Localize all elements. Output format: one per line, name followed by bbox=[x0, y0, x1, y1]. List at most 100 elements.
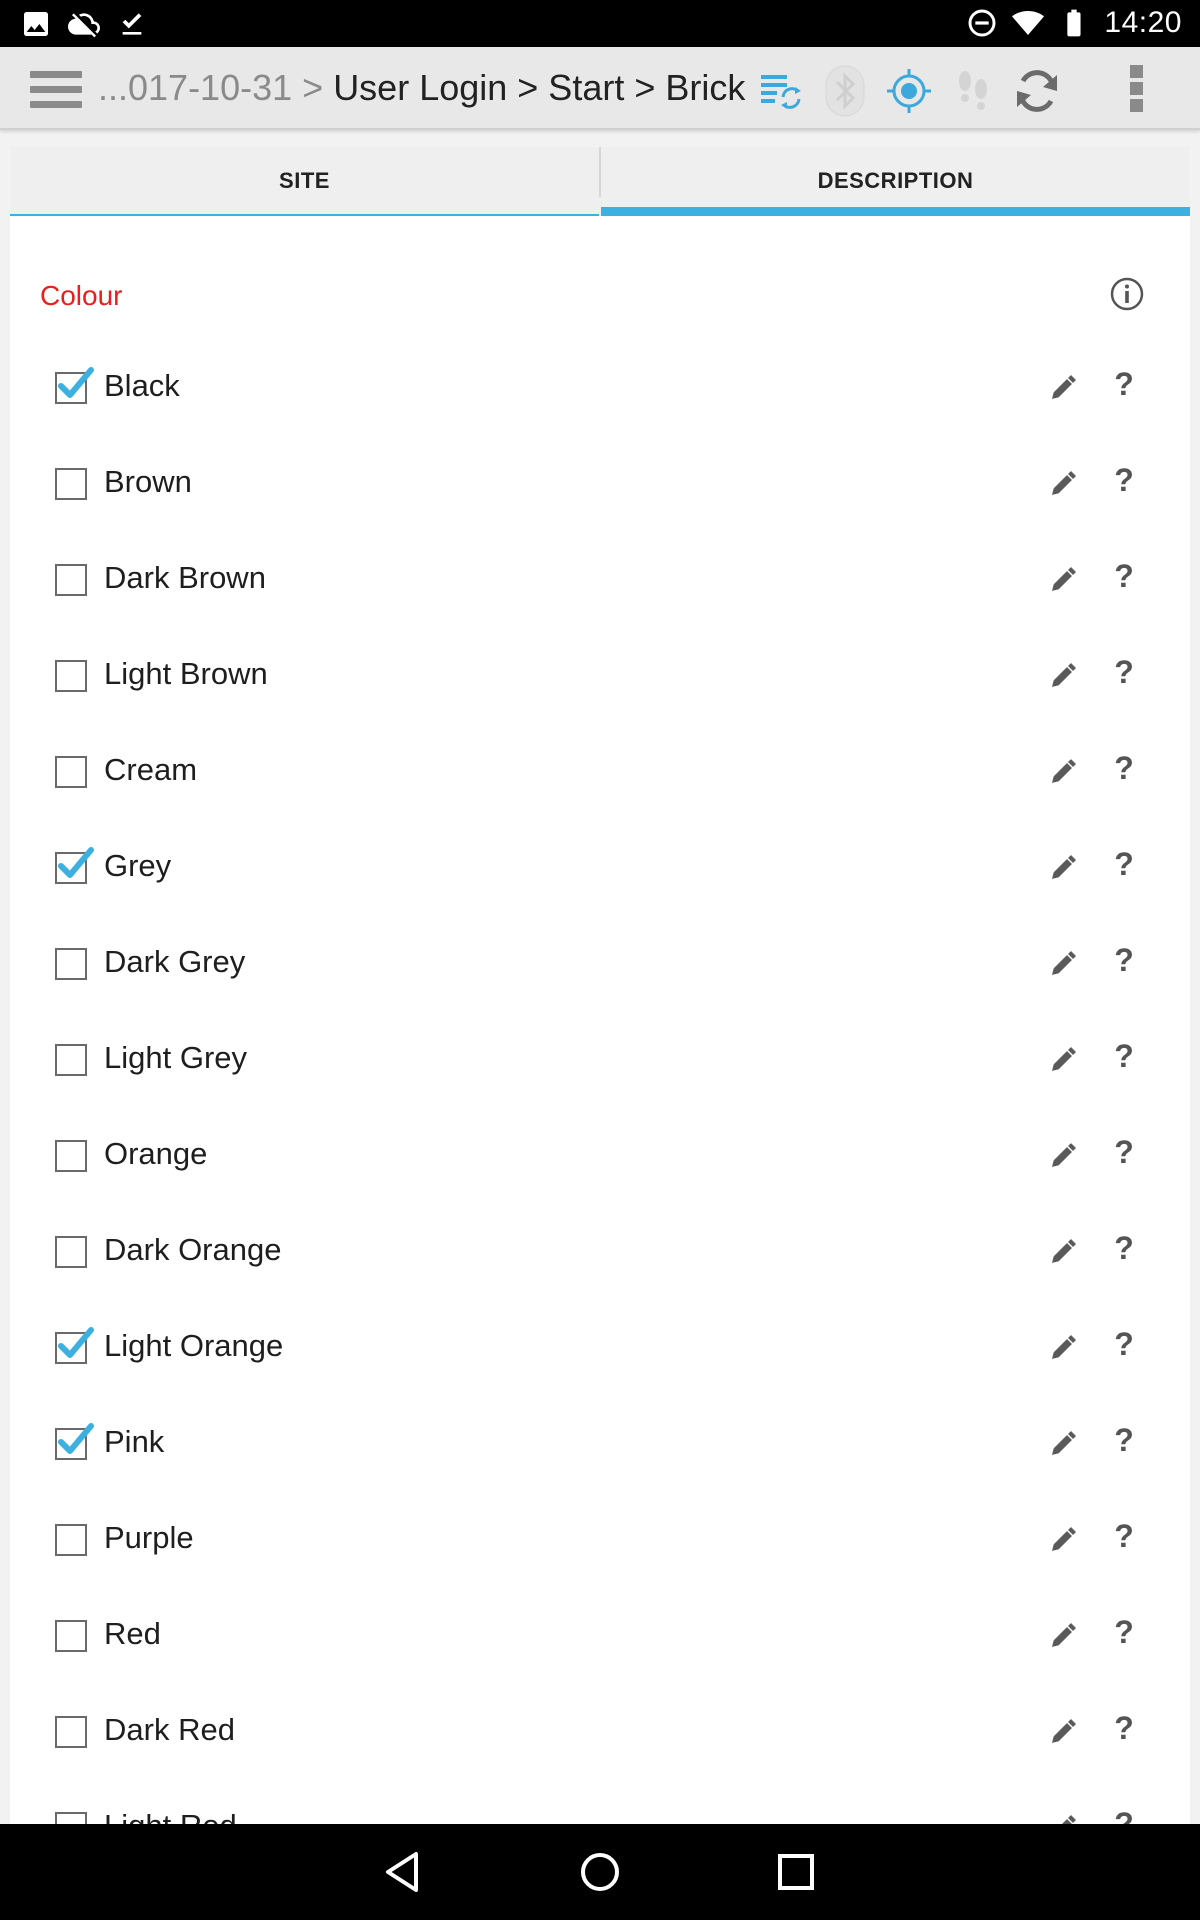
colour-checkbox[interactable] bbox=[55, 1140, 87, 1172]
colour-option-row[interactable]: Light Red? bbox=[10, 1776, 1190, 1824]
pencil-icon[interactable] bbox=[1047, 466, 1081, 500]
help-icon[interactable]: ? bbox=[1110, 462, 1138, 502]
pencil-icon[interactable] bbox=[1047, 754, 1081, 788]
colour-checkbox[interactable] bbox=[55, 1812, 87, 1824]
colour-option-row[interactable]: Purple? bbox=[10, 1488, 1190, 1584]
pencil-icon[interactable] bbox=[1047, 1426, 1081, 1460]
image-icon bbox=[24, 12, 48, 36]
pencil-icon[interactable] bbox=[1047, 562, 1081, 596]
colour-checkbox[interactable] bbox=[55, 1236, 87, 1268]
colour-option-row[interactable]: Pink? bbox=[10, 1392, 1190, 1488]
colour-option-row[interactable]: Orange? bbox=[10, 1104, 1190, 1200]
status-bar: 14:20 bbox=[0, 0, 1200, 47]
colour-option-row[interactable]: Black? bbox=[10, 336, 1190, 432]
checkmark-icon bbox=[58, 1327, 94, 1358]
colour-option-label: Grey bbox=[104, 848, 172, 883]
colour-option-row[interactable]: Brown? bbox=[10, 432, 1190, 528]
pencil-icon[interactable] bbox=[1047, 1042, 1081, 1076]
colour-option-row[interactable]: Light Grey? bbox=[10, 1008, 1190, 1104]
help-icon[interactable]: ? bbox=[1110, 750, 1138, 790]
hamburger-menu-icon[interactable] bbox=[30, 71, 82, 109]
colour-checkbox[interactable] bbox=[55, 1327, 94, 1364]
colour-checkbox[interactable] bbox=[55, 1716, 87, 1748]
breadcrumb-prefix[interactable]: ...017-10-31 > bbox=[98, 67, 323, 108]
tab-bar: SITE DESCRIPTION bbox=[10, 147, 1190, 216]
bluetooth-icon[interactable] bbox=[819, 65, 871, 117]
colour-option-row[interactable]: Red? bbox=[10, 1584, 1190, 1680]
help-icon[interactable]: ? bbox=[1110, 558, 1138, 598]
help-icon[interactable]: ? bbox=[1110, 654, 1138, 694]
footsteps-icon[interactable] bbox=[947, 65, 999, 117]
overflow-menu-icon[interactable] bbox=[1126, 65, 1146, 117]
help-icon[interactable]: ? bbox=[1110, 1806, 1138, 1824]
help-icon[interactable]: ? bbox=[1110, 942, 1138, 982]
checkmark-icon bbox=[58, 367, 94, 398]
checkmark-icon bbox=[58, 1423, 94, 1454]
help-icon[interactable]: ? bbox=[1110, 1326, 1138, 1366]
pencil-icon[interactable] bbox=[1047, 1810, 1081, 1824]
colour-checkbox[interactable] bbox=[55, 1524, 87, 1556]
help-icon[interactable]: ? bbox=[1110, 1230, 1138, 1270]
colour-checkbox[interactable] bbox=[55, 564, 87, 596]
pencil-icon[interactable] bbox=[1047, 1138, 1081, 1172]
help-icon[interactable]: ? bbox=[1110, 846, 1138, 886]
help-icon[interactable]: ? bbox=[1110, 366, 1138, 406]
info-icon[interactable] bbox=[1109, 276, 1145, 312]
description-panel: Colour Black? Brown? Dark Brown? Light Brow… bbox=[10, 216, 1190, 1824]
colour-checkbox[interactable] bbox=[55, 1044, 87, 1076]
home-icon[interactable] bbox=[574, 1846, 626, 1898]
gps-target-icon[interactable] bbox=[883, 65, 935, 117]
pencil-icon[interactable] bbox=[1047, 1330, 1081, 1364]
colour-checkbox[interactable] bbox=[55, 468, 87, 500]
sync-list-icon[interactable] bbox=[755, 65, 807, 117]
pencil-icon[interactable] bbox=[1047, 946, 1081, 980]
colour-checkbox[interactable] bbox=[55, 847, 94, 884]
pencil-icon[interactable] bbox=[1047, 1618, 1081, 1652]
colour-option-label: Light Red bbox=[104, 1808, 237, 1824]
help-icon[interactable]: ? bbox=[1110, 1134, 1138, 1174]
clock: 14:20 bbox=[1104, 6, 1182, 39]
colour-option-label: Red bbox=[104, 1616, 161, 1651]
pencil-icon[interactable] bbox=[1047, 850, 1081, 884]
refresh-icon[interactable] bbox=[1011, 65, 1063, 117]
colour-option-row[interactable]: Dark Red? bbox=[10, 1680, 1190, 1776]
back-icon[interactable] bbox=[378, 1846, 430, 1898]
pencil-icon[interactable] bbox=[1047, 370, 1081, 404]
help-icon[interactable]: ? bbox=[1110, 1710, 1138, 1750]
colour-checkbox[interactable] bbox=[55, 1423, 94, 1460]
help-icon[interactable]: ? bbox=[1110, 1518, 1138, 1558]
tab-description[interactable]: DESCRIPTION bbox=[601, 147, 1190, 216]
colour-checkbox[interactable] bbox=[55, 948, 87, 980]
breadcrumb: ...017-10-31 > User Login > Start > Bric… bbox=[98, 67, 745, 109]
colour-option-row[interactable]: Dark Grey? bbox=[10, 912, 1190, 1008]
colour-option-label: Black bbox=[104, 368, 180, 403]
tab-site[interactable]: SITE bbox=[10, 147, 599, 216]
colour-checkbox[interactable] bbox=[55, 756, 87, 788]
download-done-icon bbox=[122, 13, 142, 35]
pencil-icon[interactable] bbox=[1047, 658, 1081, 692]
colour-option-row[interactable]: Light Orange? bbox=[10, 1296, 1190, 1392]
colour-option-row[interactable]: Dark Brown? bbox=[10, 528, 1190, 624]
colour-checkbox[interactable] bbox=[55, 1620, 87, 1652]
help-icon[interactable]: ? bbox=[1110, 1422, 1138, 1462]
checkmark-icon bbox=[58, 847, 94, 878]
navigation-bar bbox=[0, 1824, 1200, 1920]
colour-option-row[interactable]: Cream? bbox=[10, 720, 1190, 816]
colour-option-label: Cream bbox=[104, 752, 198, 787]
colour-checkbox[interactable] bbox=[55, 660, 87, 692]
pencil-icon[interactable] bbox=[1047, 1522, 1081, 1556]
colour-option-label: Light Brown bbox=[104, 656, 268, 691]
pencil-icon[interactable] bbox=[1047, 1234, 1081, 1268]
colour-option-label: Light Orange bbox=[104, 1328, 284, 1363]
colour-checkbox[interactable] bbox=[55, 367, 94, 404]
pencil-icon[interactable] bbox=[1047, 1714, 1081, 1748]
help-icon[interactable]: ? bbox=[1110, 1614, 1138, 1654]
colour-option-label: Dark Grey bbox=[104, 944, 246, 979]
section-title-colour: Colour bbox=[40, 280, 123, 311]
help-icon[interactable]: ? bbox=[1110, 1038, 1138, 1078]
colour-option-label: Dark Brown bbox=[104, 560, 266, 595]
colour-option-row[interactable]: Dark Orange? bbox=[10, 1200, 1190, 1296]
colour-option-row[interactable]: Light Brown? bbox=[10, 624, 1190, 720]
recents-icon[interactable] bbox=[770, 1846, 822, 1898]
colour-option-row[interactable]: Grey? bbox=[10, 816, 1190, 912]
